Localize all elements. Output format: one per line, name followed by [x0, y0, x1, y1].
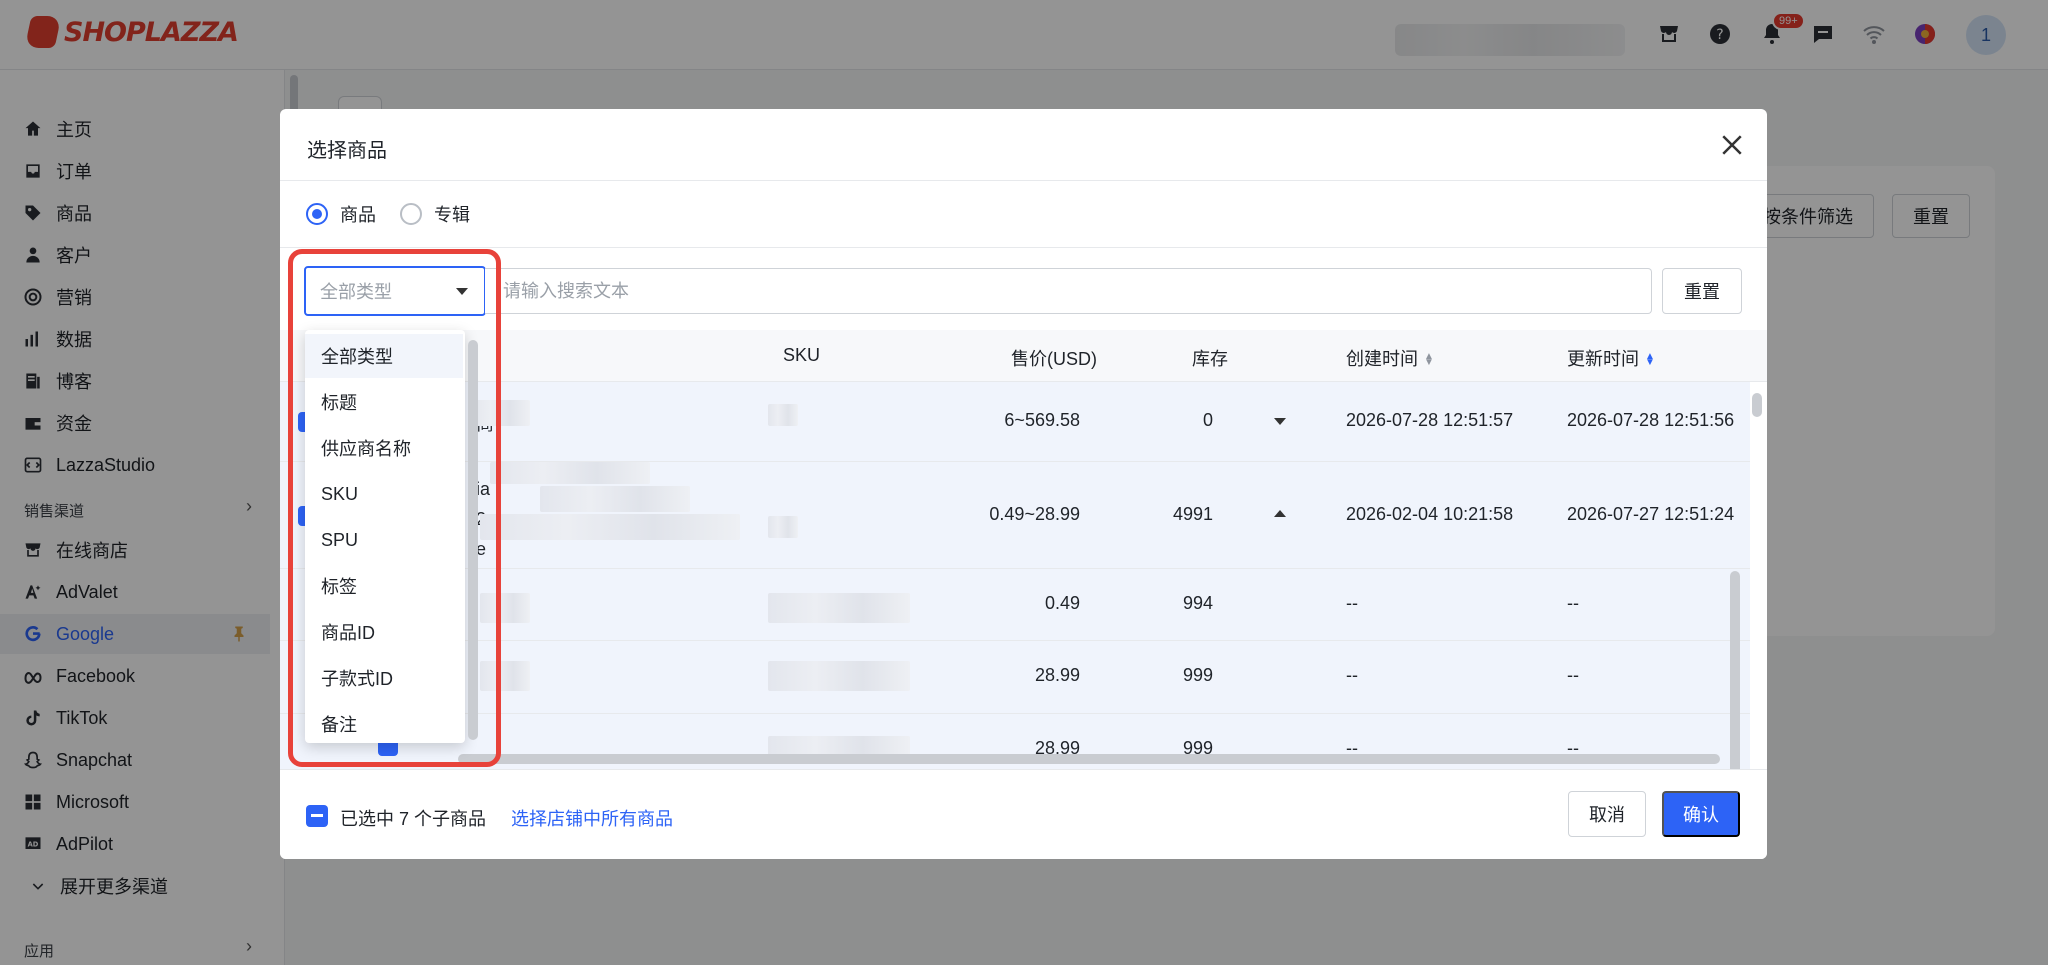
close-icon[interactable] — [1717, 130, 1747, 160]
updated-time-cell: -- — [1567, 665, 1579, 685]
sort-icon[interactable]: ▲ ▼ — [1645, 352, 1655, 368]
product-type-radio-group: 商品 专辑 — [306, 201, 470, 227]
column-created[interactable]: 创建时间 ▲ ▼ — [1346, 345, 1434, 371]
expand-caret-icon[interactable] — [1274, 418, 1286, 425]
blurred-sku — [768, 736, 910, 756]
blurred-sku — [768, 661, 910, 691]
column-created-label: 创建时间 — [1346, 349, 1418, 369]
stock-cell: 0 — [1202, 410, 1213, 430]
radio-circle — [306, 203, 328, 225]
select-all-store-products-link[interactable]: 选择店铺中所有商品 — [511, 805, 673, 831]
confirm-button[interactable]: 确认 — [1662, 791, 1740, 837]
radio-products-label: 商品 — [340, 205, 376, 225]
blurred-product-name — [480, 514, 740, 540]
price-cell: 28.99 — [1034, 665, 1080, 685]
blurred-sku — [768, 593, 910, 623]
updated-time-cell: 2026-07-28 12:51:56 — [1567, 410, 1735, 430]
stock-cell: 999 — [1182, 665, 1213, 685]
expand-caret-icon[interactable] — [1274, 510, 1286, 517]
table-horizontal-scrollbar[interactable] — [458, 754, 1720, 764]
radio-collections-label: 专辑 — [434, 205, 470, 225]
stock-cell: 4991 — [1172, 504, 1213, 524]
blurred-sku — [768, 516, 798, 538]
updated-time-cell: 2026-07-27 12:51:24 — [1567, 504, 1735, 524]
selected-count-text: 已选中 7 个子商品 — [340, 809, 487, 829]
search-input[interactable] — [485, 268, 1652, 314]
created-time-cell: -- — [1346, 665, 1358, 685]
column-sku: SKU — [783, 345, 821, 365]
cancel-button[interactable]: 取消 — [1568, 791, 1646, 837]
created-time-cell: -- — [1346, 593, 1358, 613]
created-time-cell: 2026-07-28 12:51:57 — [1346, 410, 1514, 430]
highlight-annotation — [288, 249, 501, 767]
radio-circle — [400, 203, 422, 225]
column-updated-label: 更新时间 — [1567, 349, 1639, 369]
column-stock: 库存 — [1192, 349, 1228, 369]
radio-collections[interactable]: 专辑 — [400, 201, 470, 227]
divider — [280, 247, 1767, 248]
blurred-sku — [768, 404, 798, 426]
updated-time-cell: -- — [1567, 593, 1579, 613]
price-cell: 0.49~28.99 — [989, 504, 1080, 524]
stock-cell: 994 — [1182, 593, 1213, 613]
select-all-checkbox[interactable] — [306, 805, 328, 827]
column-price: 售价(USD) — [1011, 349, 1097, 369]
sort-icon[interactable]: ▲ ▼ — [1424, 352, 1434, 368]
blurred-product-name — [490, 462, 650, 484]
search-reset-button[interactable]: 重置 — [1662, 268, 1742, 314]
created-time-cell: 2026-02-04 10:21:58 — [1346, 504, 1514, 524]
table-header: SKU 售价(USD) 库存 创建时间 ▲ ▼ 更新时间 ▲ ▼ — [280, 330, 1767, 382]
blurred-product-name — [540, 486, 690, 512]
column-updated[interactable]: 更新时间 ▲ ▼ — [1567, 345, 1655, 371]
select-products-modal: 选择商品 商品 专辑 全部类型 重置 SKU 售价(USD) 库存 创建时间▲▼… — [280, 109, 1767, 859]
price-cell: 6~569.58 — [1004, 410, 1080, 430]
modal-header: 选择商品 — [280, 109, 1767, 181]
price-cell: 0.49 — [1044, 593, 1080, 613]
modal-footer: 已选中 7 个子商品 选择店铺中所有商品 取消 确认 — [280, 769, 1767, 859]
radio-products[interactable]: 商品 — [306, 201, 376, 227]
modal-title: 选择商品 — [307, 140, 387, 162]
